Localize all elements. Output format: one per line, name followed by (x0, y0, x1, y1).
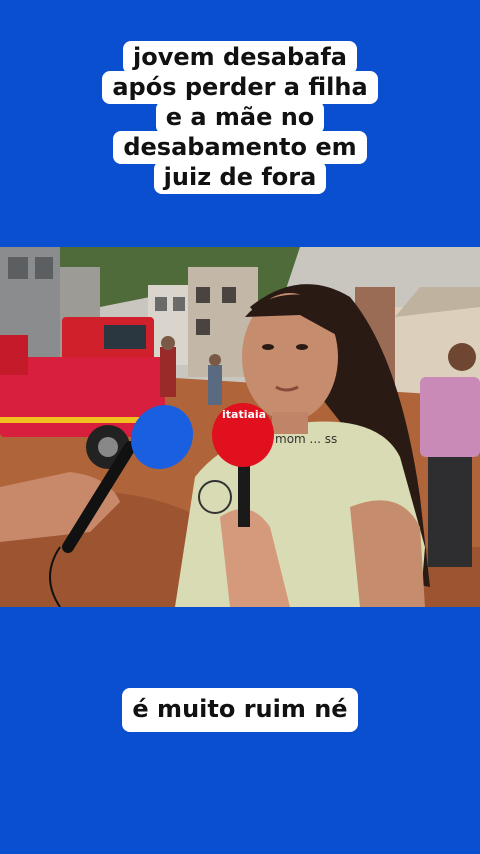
bystander (208, 365, 222, 405)
title-block: jovem desabafa após perder a filha e a m… (0, 41, 480, 194)
title-line-5: juiz de fora (153, 161, 327, 194)
mic-brand-label: itatiaia (222, 408, 266, 421)
interview-scene: mom ... ss itatiaia (0, 247, 480, 607)
red-mic-handle (238, 457, 250, 527)
reporter-right-pants (428, 457, 472, 567)
caption-block: é muito ruim né (0, 688, 480, 732)
subtitle-caption: é muito ruim né (122, 688, 358, 732)
title-line-2: após perder a filha (102, 71, 378, 104)
title-line-3: e a mãe no (155, 101, 325, 134)
reporter-right-shirt (420, 377, 480, 457)
title-line-4: desabamento em (113, 131, 367, 164)
bystander (160, 347, 176, 397)
shirt-text: mom ... ss (275, 432, 337, 446)
reporter-right-head (448, 343, 476, 371)
video-frame: mom ... ss itatiaia (0, 247, 480, 607)
title-line-1: jovem desabafa (123, 41, 357, 74)
